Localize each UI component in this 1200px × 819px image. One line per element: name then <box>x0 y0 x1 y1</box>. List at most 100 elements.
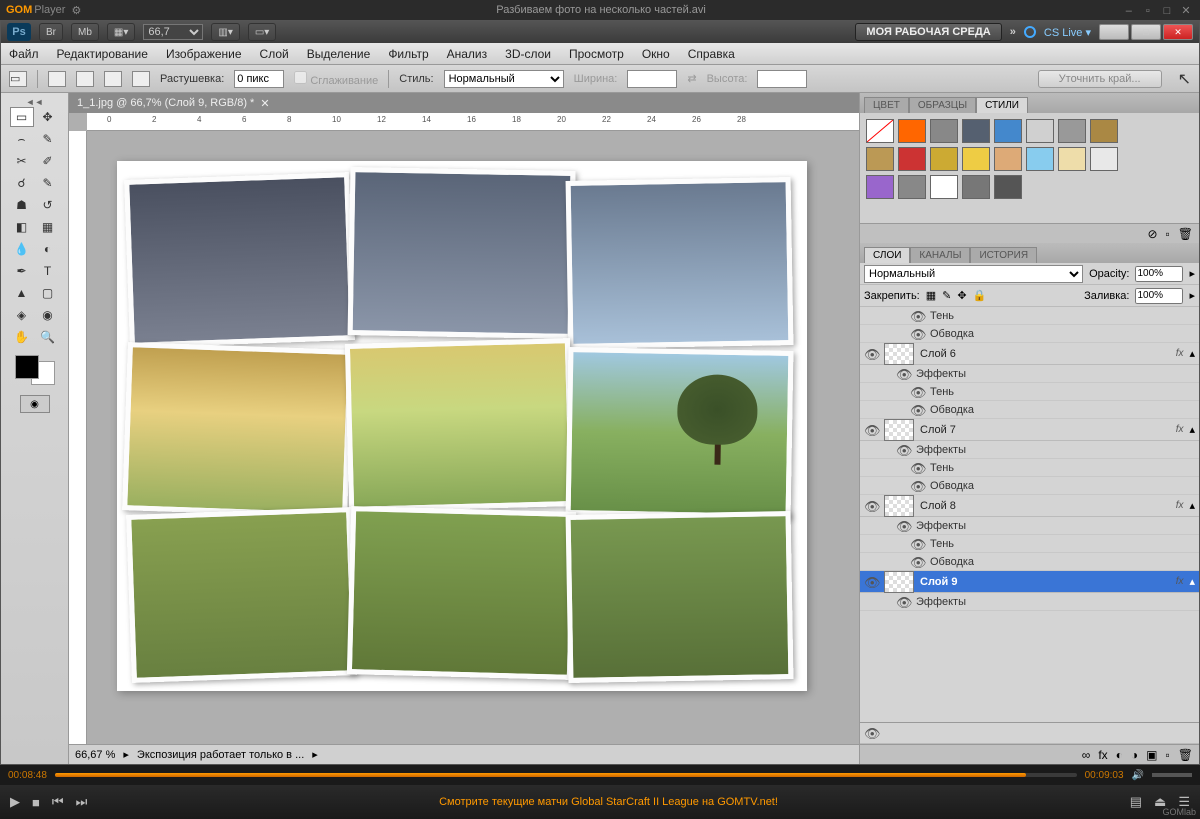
menu-select[interactable]: Выделение <box>307 47 371 61</box>
tab-close-icon[interactable]: ✕ <box>260 97 269 110</box>
effect-row[interactable]: 👁Тень <box>860 383 1199 401</box>
selection-subtract-icon[interactable] <box>104 71 122 87</box>
arrange-icon[interactable]: ▦▾ <box>107 23 135 41</box>
marquee-preset-icon[interactable]: ▭ <box>9 71 27 87</box>
menu-3d[interactable]: 3D-слои <box>505 47 551 61</box>
style-swatch[interactable] <box>866 147 894 171</box>
gradient-tool[interactable]: ▦ <box>36 217 60 237</box>
mask-icon[interactable]: ◐ <box>1116 748 1123 762</box>
layer-thumbnail[interactable] <box>884 419 914 441</box>
effect-row[interactable]: 👁Обводка <box>860 325 1199 343</box>
effect-row[interactable]: 👁Тень <box>860 459 1199 477</box>
new-layer-icon[interactable]: ▫ <box>1166 748 1170 762</box>
style-swatch[interactable] <box>1090 119 1118 143</box>
stop-icon[interactable]: ■ <box>32 795 40 810</box>
bridge-button[interactable]: Br <box>39 23 63 41</box>
fx-icon[interactable]: fx <box>1098 748 1107 762</box>
lasso-tool[interactable]: ⌢ <box>10 129 34 149</box>
effect-row[interactable]: 👁Обводка <box>860 553 1199 571</box>
selection-add-icon[interactable] <box>76 71 94 87</box>
healing-tool[interactable]: ☌ <box>10 173 34 193</box>
eyedropper-tool[interactable]: ✐ <box>36 151 60 171</box>
style-swatch[interactable] <box>994 119 1022 143</box>
style-swatch[interactable] <box>994 175 1022 199</box>
canvas[interactable] <box>117 161 807 691</box>
menu-view[interactable]: Просмотр <box>569 47 624 61</box>
workspace-button[interactable]: МОЯ РАБОЧАЯ СРЕДА <box>855 23 1001 41</box>
style-swatch[interactable] <box>1058 119 1086 143</box>
zoom-tool[interactable]: 🔍 <box>36 327 60 347</box>
3d-tool[interactable]: ◈ <box>10 305 34 325</box>
status-zoom[interactable]: 66,67 % <box>75 749 115 761</box>
maximize-icon[interactable]: □ <box>1159 5 1175 17</box>
close-icon[interactable]: ✕ <box>1178 4 1194 17</box>
ps-minimize-button[interactable]: ‒ <box>1099 24 1129 40</box>
menu-window[interactable]: Окно <box>642 47 670 61</box>
visibility-icon[interactable]: 👁 <box>864 347 878 361</box>
style-none[interactable] <box>866 119 894 143</box>
extras-icon[interactable]: ▥▾ <box>211 23 239 41</box>
lock-all-icon[interactable]: 🔒 <box>973 289 987 302</box>
delete-layer-icon[interactable]: 🗑 <box>1178 748 1193 762</box>
clear-style-icon[interactable]: ⊘ <box>1147 227 1157 241</box>
cslive-button[interactable]: CS Live ▾ <box>1044 26 1091 39</box>
menu-layer[interactable]: Слой <box>260 47 289 61</box>
tab-styles[interactable]: СТИЛИ <box>976 97 1028 113</box>
zoom-select[interactable]: 66,7 <box>143 24 203 40</box>
menu-image[interactable]: Изображение <box>166 47 242 61</box>
lock-transparency-icon[interactable]: ▦ <box>926 289 936 302</box>
hand-tool[interactable]: ✋ <box>10 327 34 347</box>
minimize-icon[interactable]: ‒ <box>1121 5 1137 17</box>
more-icon[interactable]: » <box>1010 26 1016 38</box>
style-swatch[interactable] <box>930 119 958 143</box>
opacity-input[interactable] <box>1135 266 1183 282</box>
style-swatch[interactable] <box>1026 119 1054 143</box>
style-swatch[interactable] <box>930 147 958 171</box>
tab-layers[interactable]: СЛОИ <box>864 247 910 263</box>
menu-filter[interactable]: Фильтр <box>388 47 428 61</box>
layer-row[interactable]: 👁Слой 8fx▴ <box>860 495 1199 517</box>
selection-new-icon[interactable] <box>48 71 66 87</box>
effects-row[interactable]: 👁Эффекты <box>860 593 1199 611</box>
style-swatch[interactable] <box>962 175 990 199</box>
menu-edit[interactable]: Редактирование <box>57 47 148 61</box>
layer-thumbnail[interactable] <box>884 495 914 517</box>
new-style-icon[interactable]: ▫ <box>1166 227 1170 241</box>
selection-intersect-icon[interactable] <box>132 71 150 87</box>
next-icon[interactable]: ⏭ <box>76 794 88 810</box>
style-swatch[interactable] <box>898 147 926 171</box>
seek-bar[interactable] <box>55 773 1077 777</box>
play-icon[interactable]: ▶ <box>10 794 20 810</box>
quick-select-tool[interactable]: ✎ <box>36 129 60 149</box>
effect-row[interactable]: 👁Тень <box>860 307 1199 325</box>
effects-row[interactable]: 👁Эффекты <box>860 517 1199 535</box>
visibility-icon[interactable]: 👁 <box>864 575 878 589</box>
layer-thumbnail[interactable] <box>884 343 914 365</box>
adjustment-icon[interactable]: ◑ <box>1131 748 1138 762</box>
layer-row[interactable]: 👁Слой 7fx▴ <box>860 419 1199 441</box>
document-tab[interactable]: 1_1.jpg @ 66,7% (Слой 9, RGB/8) *✕ <box>69 93 859 113</box>
menu-analysis[interactable]: Анализ <box>447 47 488 61</box>
volume-icon[interactable]: 🔊 <box>1132 770 1144 781</box>
refine-edge-button[interactable]: Уточнить край... <box>1038 70 1162 88</box>
style-swatch[interactable] <box>962 147 990 171</box>
path-select-tool[interactable]: ▲ <box>10 283 34 303</box>
collapse-icon[interactable]: ◄◄ <box>26 97 44 107</box>
style-swatch[interactable] <box>898 175 926 199</box>
tab-history[interactable]: ИСТОРИЯ <box>970 247 1037 263</box>
blur-tool[interactable]: 💧 <box>10 239 34 259</box>
effects-row[interactable]: 👁Эффекты <box>860 365 1199 383</box>
effect-row[interactable]: 👁Тень <box>860 535 1199 553</box>
delete-style-icon[interactable]: 🗑 <box>1178 227 1193 241</box>
visibility-icon[interactable]: 👁 <box>864 726 878 740</box>
group-icon[interactable]: ▣ <box>1146 748 1157 762</box>
fill-input[interactable] <box>1135 288 1183 304</box>
prev-icon[interactable]: ⏮ <box>52 794 64 810</box>
screen-mode-icon[interactable]: ▭▾ <box>248 23 276 41</box>
tab-channels[interactable]: КАНАЛЫ <box>910 247 970 263</box>
menu-help[interactable]: Справка <box>688 47 735 61</box>
style-swatch[interactable] <box>866 175 894 199</box>
color-swatch[interactable] <box>15 355 55 385</box>
playlist-icon[interactable]: ▤ <box>1130 794 1142 810</box>
ps-maximize-button[interactable]: □ <box>1131 24 1161 40</box>
